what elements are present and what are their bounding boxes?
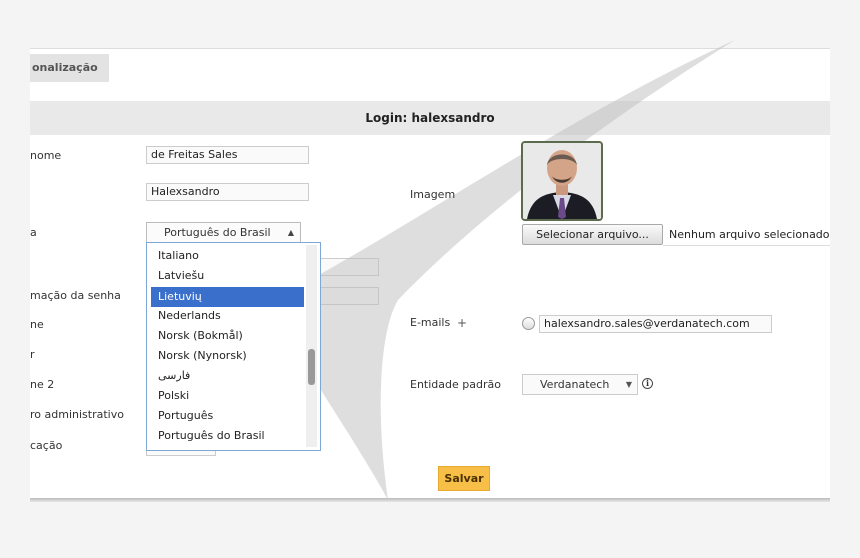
language-option-polski[interactable]: Polski — [151, 386, 304, 406]
default-entity-select[interactable]: Verdanatech ▼ — [522, 374, 638, 395]
default-entity-label: Entidade padrão — [410, 378, 501, 391]
password-confirm-field[interactable] — [320, 287, 379, 305]
language-select[interactable]: Português do Brasil ▲ — [146, 222, 301, 243]
page-title: Login: halexsandro — [30, 101, 830, 135]
surname-field[interactable]: de Freitas Sales — [146, 146, 309, 164]
info-icon[interactable]: i — [642, 378, 653, 389]
file-status-text: Nenhum arquivo selecionado — [669, 228, 830, 241]
password-confirm-label: mação da senha — [30, 289, 121, 302]
scrollbar-thumb[interactable] — [308, 349, 315, 385]
triangle-icon: ▲ — [287, 228, 294, 237]
language-dropdown[interactable]: Italiano Latviešu Lietuvių Nederlands No… — [146, 242, 321, 451]
phone-label: ne — [30, 318, 44, 331]
select-file-button[interactable]: Selecionar arquivo... — [522, 224, 663, 245]
save-button[interactable]: Salvar — [438, 466, 490, 491]
language-option-lietuviu[interactable]: Lietuvių — [151, 287, 304, 307]
language-option-farsi[interactable]: فارسی — [151, 366, 304, 386]
email-field[interactable]: halexsandro.sales@verdanatech.com — [539, 315, 772, 333]
phone2-label: ne 2 — [30, 378, 55, 391]
divider — [663, 245, 830, 246]
language-label: a — [30, 226, 37, 239]
avatar — [523, 143, 601, 219]
plus-icon[interactable]: + — [457, 316, 467, 330]
mobile-label: r — [30, 348, 35, 361]
chevron-down-icon: ▼ — [625, 380, 632, 389]
language-option-portugues[interactable]: Português — [151, 406, 304, 426]
firstname-field[interactable]: Halexsandro — [146, 183, 309, 201]
language-selected-value: Português do Brasil — [164, 226, 271, 239]
language-option-italiano[interactable]: Italiano — [151, 246, 304, 266]
language-option-norsk-nynorsk[interactable]: Norsk (Nynorsk) — [151, 346, 304, 366]
emails-label: E-mails — [410, 316, 451, 329]
language-option-nederlands[interactable]: Nederlands — [151, 306, 304, 326]
language-option-latviesu[interactable]: Latviešu — [151, 266, 304, 286]
language-option-portugues-brasil[interactable]: Português do Brasil — [151, 426, 304, 446]
default-email-radio[interactable] — [522, 317, 535, 330]
panel-top-border — [30, 48, 830, 49]
image-label: Imagem — [410, 188, 456, 201]
entity-selected-value: Verdanatech — [540, 378, 610, 391]
password-field[interactable] — [320, 258, 379, 276]
panel-bottom-shadow — [30, 498, 830, 502]
user-photo — [521, 141, 603, 221]
admin-number-label: ro administrativo — [30, 408, 124, 421]
location-label: cação — [30, 439, 63, 452]
surname-label: nome — [30, 149, 62, 162]
language-option-norsk-bokmal[interactable]: Norsk (Bokmål) — [151, 326, 304, 346]
tab-personalizacao[interactable]: onalização — [30, 54, 109, 82]
dropdown-scrollbar[interactable] — [306, 245, 317, 447]
